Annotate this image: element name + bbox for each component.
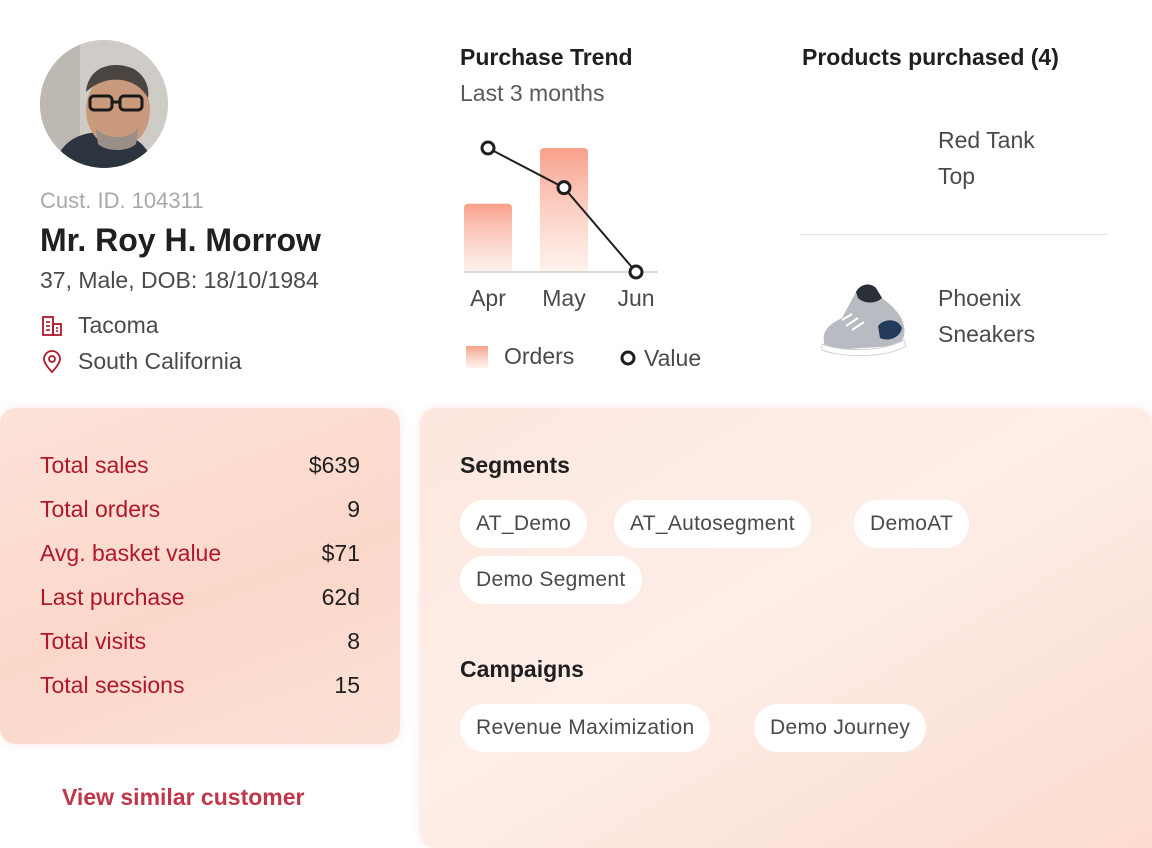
purchase-trend-chart: Apr May Jun Orders Value [464, 140, 701, 371]
view-similar-customer-link[interactable]: View similar customer [62, 784, 304, 811]
segment-chip[interactable]: Demo Segment [460, 556, 642, 604]
customer-avatar [40, 40, 168, 168]
customer-id: Cust. ID. 104311 [40, 188, 204, 213]
orders-bar-apr [464, 203, 512, 272]
products-purchased-title: Products purchased (4) [802, 44, 1059, 70]
city-label: Tacoma [78, 312, 159, 338]
stat-label: Avg. basket value [40, 540, 222, 566]
product-name: Phoenix Sneakers [938, 285, 1036, 347]
stat-row: Avg. basket value $71 [40, 540, 360, 567]
product-name: Red Tank Top [938, 127, 1035, 189]
stat-row: Total sessions 15 [40, 672, 360, 699]
stat-label: Total sessions [40, 672, 185, 698]
location-pin-icon [43, 349, 61, 373]
sneaker-image [821, 284, 907, 357]
x-tick-label: Apr [470, 285, 506, 311]
stat-label: Total sales [40, 452, 149, 478]
purchase-trend-subtitle: Last 3 months [460, 80, 605, 106]
location-region: South California [40, 348, 242, 375]
region-label: South California [78, 348, 242, 374]
legend-value-marker [620, 350, 636, 366]
x-tick-label: May [542, 285, 586, 311]
stat-label: Total orders [40, 496, 161, 522]
campaigns-title: Campaigns [460, 656, 584, 682]
legend-orders-swatch [466, 346, 488, 368]
orders-bar-may [540, 148, 588, 272]
stat-value: 9 [347, 496, 360, 522]
stat-row: Total sales $639 [40, 452, 360, 479]
avatar-photo [40, 40, 168, 168]
product-divider [800, 234, 1108, 235]
location-city: Tacoma [40, 312, 159, 339]
stat-value: $71 [321, 540, 360, 566]
stat-value: 62d [321, 584, 360, 610]
x-tick-label: Jun [617, 285, 654, 311]
stat-value: 8 [347, 628, 360, 654]
value-point-may [556, 180, 572, 196]
stat-value: $639 [308, 452, 360, 478]
stat-row: Last purchase 62d [40, 584, 360, 611]
building-icon [42, 315, 62, 336]
stat-row: Total orders 9 [40, 496, 360, 523]
legend-orders-label: Orders [504, 343, 574, 369]
campaign-chip[interactable]: Revenue Maximization [460, 704, 711, 752]
value-point-jun [628, 264, 644, 280]
segments-title: Segments [460, 452, 570, 478]
stat-label: Total visits [40, 628, 147, 654]
purchase-trend-title: Purchase Trend [460, 44, 633, 70]
segment-chip[interactable]: AT_Demo [460, 500, 588, 548]
customer-name: Mr. Roy H. Morrow [40, 222, 321, 258]
stat-row: Total visits 8 [40, 628, 360, 655]
segment-chip[interactable]: DemoAT [854, 500, 970, 548]
legend-value-label: Value [644, 345, 701, 371]
customer-demographics: 37, Male, DOB: 18/10/1984 [40, 267, 319, 293]
stat-value: 15 [334, 672, 360, 698]
stat-label: Last purchase [40, 584, 185, 610]
value-point-apr [480, 140, 496, 156]
product-item[interactable]: Phoenix Sneakers [800, 262, 1108, 372]
segment-chip[interactable]: AT_Autosegment [614, 500, 811, 548]
product-item[interactable]: Red Tank Top [800, 120, 1108, 216]
campaign-chip[interactable]: Demo Journey [754, 704, 927, 752]
